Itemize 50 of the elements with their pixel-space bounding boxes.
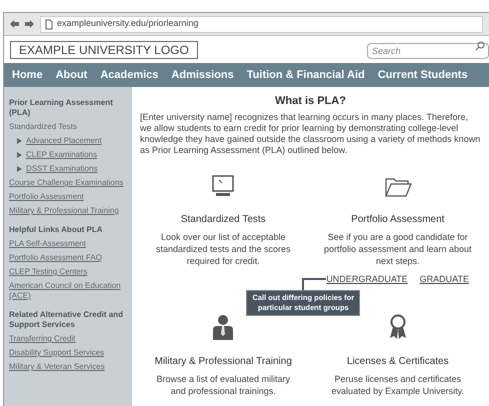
sidebar-link[interactable]: CLEP Testing Centers	[9, 267, 127, 277]
sidebar-link[interactable]: American Council on Education (ACE)	[9, 281, 127, 301]
sidebar-heading: Helpful Links About PLA	[9, 225, 104, 235]
nav-link[interactable]: Admissions	[171, 66, 234, 84]
nav-link[interactable]: About	[56, 66, 88, 84]
bullet-icon	[17, 166, 22, 172]
sidebar-link[interactable]: Transferring Credit	[9, 334, 127, 344]
group-link[interactable]: UNDERGRADUATE	[326, 272, 408, 286]
search-field[interactable]: Search	[367, 42, 489, 58]
nav-link[interactable]: Academics	[100, 66, 158, 84]
sidebar-heading: Related Alternative Credit and Support Services	[9, 310, 124, 330]
sidebar-link[interactable]: Military & Professional Training	[9, 206, 127, 216]
page-icon	[45, 18, 53, 30]
card-title: Standardized Tests	[180, 212, 266, 226]
nav-link[interactable]: Current Students	[378, 66, 468, 84]
nav-link[interactable]: Home	[12, 66, 43, 84]
nav-link[interactable]: Tuition & Financial Aid	[246, 66, 365, 84]
address-bar[interactable]: exampleuniversity.edu/priorlearning	[40, 16, 483, 32]
card-description: Peruse licenses and certificates evaluated by Example University.	[330, 373, 465, 397]
page-heading: What is PLA?	[274, 94, 347, 109]
card-title: Licenses & Certificates	[346, 355, 449, 369]
url-text: exampleuniversity.edu/priorlearning	[57, 17, 198, 30]
bullet-icon	[17, 138, 22, 144]
folder-icon	[384, 176, 412, 198]
award-ribbon-icon	[388, 314, 407, 340]
person-icon	[212, 314, 234, 340]
sidebar-link[interactable]: DSST Examinations	[26, 164, 98, 174]
monitor-icon	[211, 174, 236, 198]
card-title: Military & Professional Training	[154, 355, 292, 369]
group-link[interactable]: GRADUATE	[420, 272, 469, 286]
intro-paragraph: [Enter university name] recognizes that learning occurs in many places. Therefore, we allow students to earn credit for prior learning by demonstrating college-level knowledge they have gained outside the classroom using a variety of methods known as Prior Learning Assessment (PLA) outlined below.	[140, 112, 481, 156]
sidebar-link[interactable]: PLA Self-Assessment	[9, 239, 127, 249]
card-description: Browse a list of evaluated military and professional trainings.	[155, 373, 292, 397]
bullet-icon	[17, 152, 22, 158]
sidebar-link[interactable]: Course Challenge Examinations	[9, 178, 127, 188]
sidebar-link[interactable]: Standardized Tests	[9, 122, 127, 132]
sidebar-link[interactable]: Portfolio Assessment	[9, 192, 127, 202]
university-logo: EXAMPLE UNIVERSITY LOGO	[10, 40, 198, 58]
back-arrow-icon[interactable]	[10, 20, 19, 28]
card-description: Look over our list of acceptable standardized tests and the scores required for credit.	[154, 230, 292, 266]
card-title: Portfolio Assessment	[351, 212, 444, 226]
sidebar-link[interactable]: Portfolio Assessment FAQ	[9, 253, 127, 263]
forward-arrow-icon[interactable]	[25, 20, 34, 28]
sidebar-link[interactable]: Advanced Placement	[26, 136, 102, 146]
sidebar-link[interactable]: CLEP Examinations	[26, 150, 97, 160]
search-icon[interactable]	[475, 40, 485, 50]
sidebar-link[interactable]: Military & Veteran Services	[9, 362, 127, 372]
sidebar-link[interactable]: Disability Support Services	[9, 348, 127, 358]
card-description: See if you are a good candidate for portfolio assessment and learn about next steps.	[322, 230, 473, 266]
sidebar-heading: Prior Learning Assessment (PLA)	[9, 98, 114, 118]
